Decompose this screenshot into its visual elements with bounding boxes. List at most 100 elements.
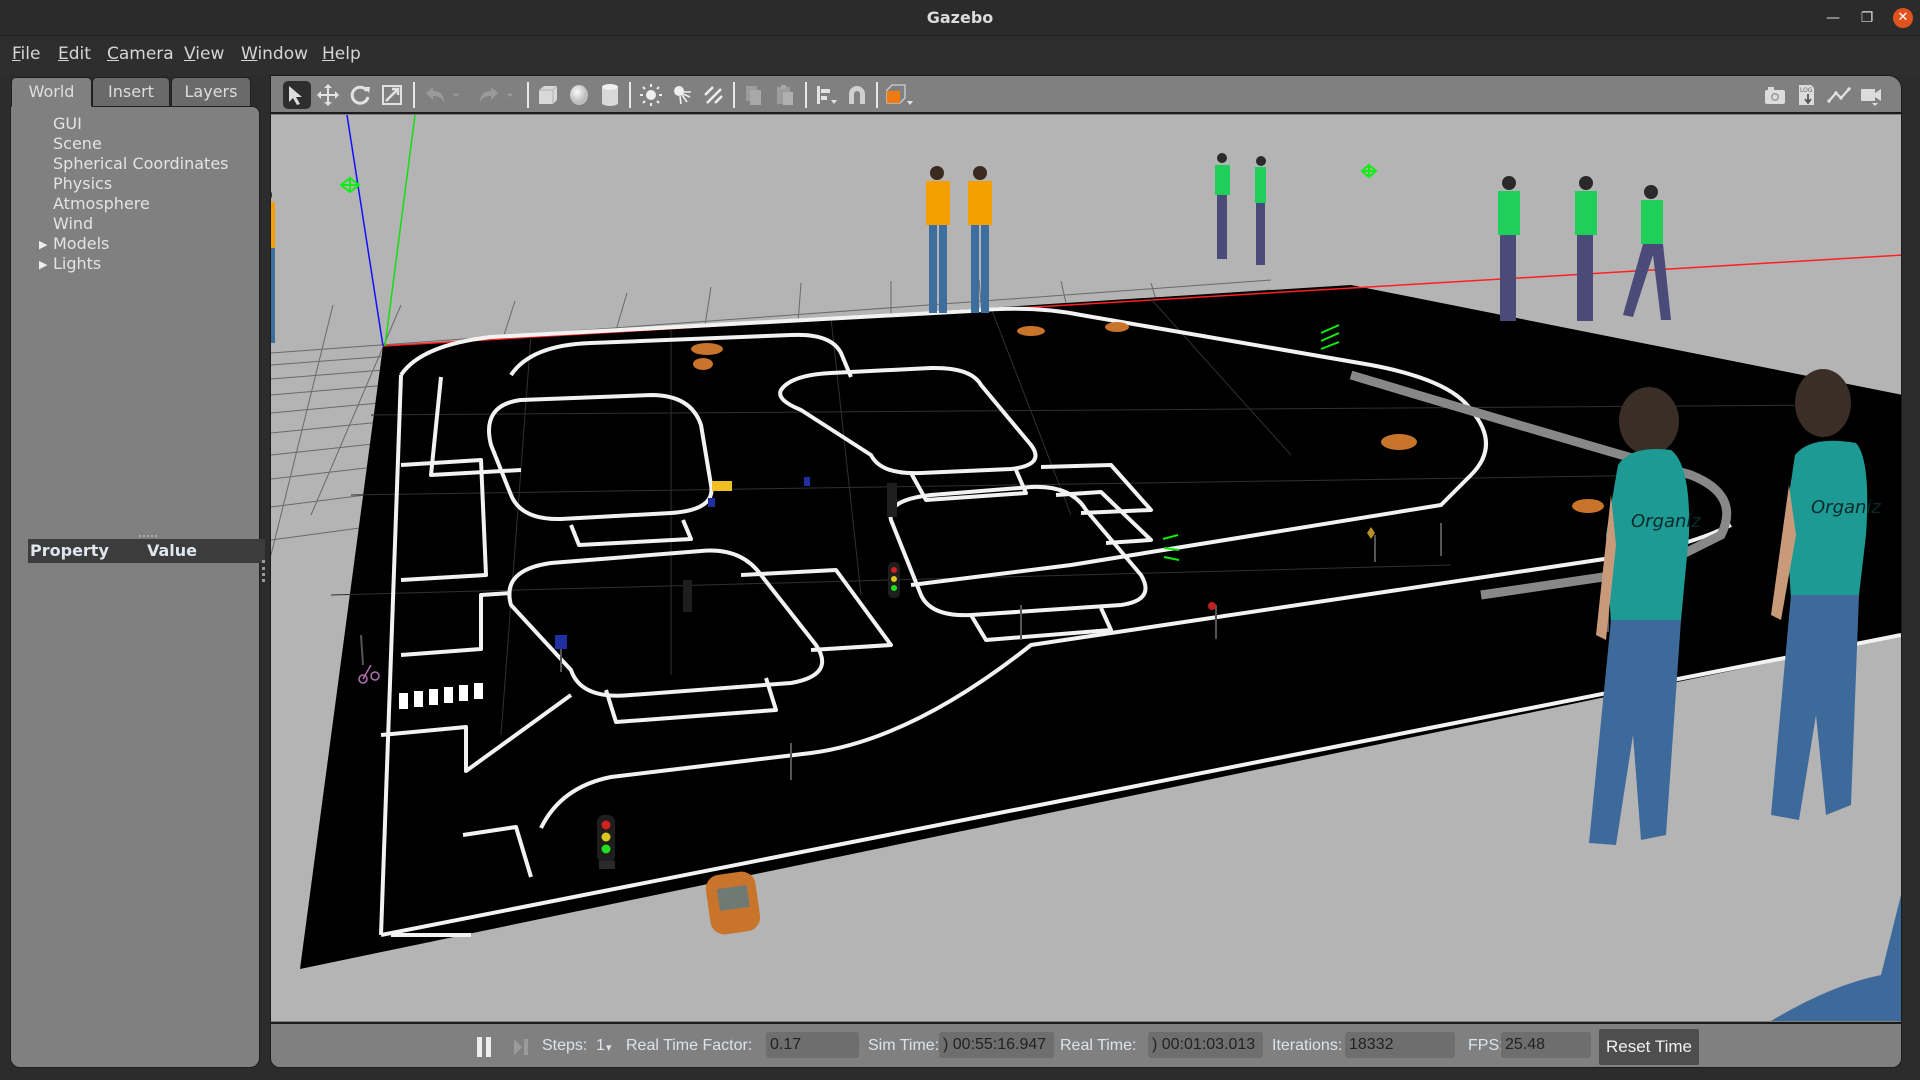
3d-scene-viewport[interactable]: Organiz Organiz bbox=[271, 114, 1901, 1021]
tree-item-lights[interactable]: Lights bbox=[53, 254, 101, 273]
pedestrian-green-shirt bbox=[1255, 156, 1266, 265]
menu-mnemonic: H bbox=[322, 44, 335, 64]
viewport-panel: LOG Organiz Organiz Steps: 1 ▾ Real Time… bbox=[270, 75, 1902, 1068]
select-mode-button[interactable] bbox=[283, 81, 311, 109]
menu-camera[interactable]: Camera bbox=[107, 44, 174, 64]
tree-item-spherical-coordinates[interactable]: Spherical Coordinates bbox=[53, 154, 229, 173]
rotate-mode-button[interactable] bbox=[346, 81, 374, 109]
menu-mnemonic: W bbox=[241, 44, 258, 64]
menu-view[interactable]: View bbox=[184, 44, 224, 64]
scene-render[interactable]: Organiz Organiz bbox=[271, 114, 1901, 1021]
log-icon: LOG bbox=[1799, 85, 1814, 105]
snap-button[interactable] bbox=[843, 81, 871, 109]
sim-time-label: Sim Time: bbox=[868, 1037, 940, 1054]
view-cube-icon bbox=[886, 84, 913, 105]
tree-item-wind[interactable]: Wind bbox=[53, 214, 93, 233]
step-button[interactable] bbox=[514, 1037, 530, 1057]
pause-icon bbox=[477, 1037, 482, 1057]
scale-mode-button[interactable] bbox=[378, 81, 406, 109]
menu-mnemonic: F bbox=[12, 44, 21, 64]
toolbar-separator bbox=[805, 82, 807, 108]
traffic-light bbox=[888, 562, 900, 598]
real-time-field: ) 00:01:03.013 bbox=[1148, 1032, 1263, 1058]
align-button[interactable] bbox=[812, 81, 840, 109]
log-button[interactable]: LOG bbox=[1793, 81, 1821, 109]
tree-item-physics[interactable]: Physics bbox=[53, 174, 112, 193]
property-column-header: Property bbox=[30, 541, 109, 560]
camera-icon bbox=[1765, 87, 1785, 104]
sim-time-field: ) 00:55:16.947 bbox=[939, 1032, 1054, 1058]
copy-button[interactable] bbox=[740, 81, 768, 109]
copy-icon bbox=[746, 86, 761, 105]
redo-history-dropdown[interactable] bbox=[502, 81, 518, 109]
fps-label: FPS: bbox=[1468, 1037, 1504, 1054]
toolbar-separator bbox=[629, 82, 631, 108]
plot-button[interactable] bbox=[1825, 81, 1853, 109]
tree-item-models[interactable]: Models bbox=[53, 234, 109, 253]
sphere-icon bbox=[570, 85, 588, 105]
menu-file[interactable]: File bbox=[12, 44, 40, 64]
spot-light-icon bbox=[674, 86, 691, 105]
vehicle-car bbox=[1017, 326, 1045, 336]
steps-dropdown-icon[interactable]: ▾ bbox=[606, 1041, 612, 1054]
cylinder-icon bbox=[602, 84, 618, 106]
reset-time-button[interactable]: Reset Time bbox=[1599, 1029, 1699, 1065]
road-sign bbox=[555, 635, 567, 649]
translate-mode-button[interactable] bbox=[314, 81, 342, 109]
steps-value[interactable]: 1 bbox=[596, 1037, 605, 1055]
close-button[interactable]: ✕ bbox=[1893, 8, 1913, 28]
menu-help[interactable]: Help bbox=[322, 44, 361, 64]
spot-light-button[interactable] bbox=[668, 81, 696, 109]
toolbar: LOG bbox=[271, 76, 1901, 114]
pause-icon-bar bbox=[486, 1037, 491, 1057]
iterations-field: 18332 bbox=[1345, 1032, 1455, 1058]
undo-button[interactable] bbox=[421, 81, 449, 109]
value-column-header: Value bbox=[147, 541, 198, 560]
video-record-button[interactable] bbox=[1857, 81, 1885, 109]
menu-window[interactable]: Window bbox=[241, 44, 308, 64]
box-shape-button[interactable] bbox=[534, 81, 562, 109]
expand-arrow-icon[interactable]: ▶ bbox=[39, 258, 47, 271]
vehicle-car bbox=[1381, 434, 1417, 450]
restore-button[interactable]: ❐ bbox=[1857, 8, 1877, 28]
pause-button[interactable] bbox=[477, 1037, 493, 1057]
menu-bar: File Edit Camera View Window Help bbox=[0, 37, 1920, 75]
step-icon bbox=[514, 1039, 528, 1055]
vehicle-car bbox=[705, 871, 761, 935]
tree-item-gui[interactable]: GUI bbox=[53, 114, 82, 133]
expand-arrow-icon[interactable]: ▶ bbox=[39, 238, 47, 251]
panel-splitter-handle[interactable] bbox=[139, 535, 157, 538]
toolbar-separator bbox=[876, 82, 878, 108]
simulation-control-bar: Steps: 1 ▾ Real Time Factor: 0.17 Sim Ti… bbox=[271, 1022, 1901, 1067]
sphere-shape-button[interactable] bbox=[565, 81, 593, 109]
tree-item-scene[interactable]: Scene bbox=[53, 134, 102, 153]
plot-icon bbox=[1827, 87, 1851, 103]
redo-button[interactable] bbox=[475, 81, 503, 109]
undo-history-dropdown[interactable] bbox=[448, 81, 464, 109]
cylinder-shape-button[interactable] bbox=[596, 81, 624, 109]
tab-layers[interactable]: Layers bbox=[171, 77, 251, 107]
minimize-button[interactable]: — bbox=[1823, 8, 1843, 28]
directional-light-icon bbox=[704, 86, 723, 104]
fps-field: 25.48 bbox=[1501, 1032, 1591, 1058]
iterations-label: Iterations: bbox=[1272, 1037, 1343, 1054]
traffic-light bbox=[683, 580, 692, 612]
menu-edit[interactable]: Edit bbox=[58, 44, 91, 64]
tab-world[interactable]: World bbox=[11, 77, 92, 107]
tab-insert[interactable]: Insert bbox=[92, 77, 170, 107]
point-light-button[interactable] bbox=[637, 81, 665, 109]
box-icon bbox=[539, 85, 558, 104]
road-sign bbox=[804, 477, 810, 486]
title-bar: Gazebo — ❐ ✕ bbox=[0, 0, 1920, 36]
directional-light-button[interactable] bbox=[699, 81, 727, 109]
paste-button[interactable] bbox=[771, 81, 799, 109]
vertical-splitter-handle[interactable] bbox=[262, 560, 266, 582]
screenshot-button[interactable] bbox=[1761, 81, 1789, 109]
magnet-icon bbox=[849, 86, 865, 104]
tree-item-atmosphere[interactable]: Atmosphere bbox=[53, 194, 150, 213]
real-time-factor-label: Real Time Factor: bbox=[626, 1037, 753, 1054]
view-angle-button[interactable] bbox=[883, 81, 917, 109]
toolbar-separator bbox=[413, 82, 415, 108]
vehicle-car bbox=[691, 343, 723, 355]
move-arrows-icon bbox=[317, 84, 339, 106]
